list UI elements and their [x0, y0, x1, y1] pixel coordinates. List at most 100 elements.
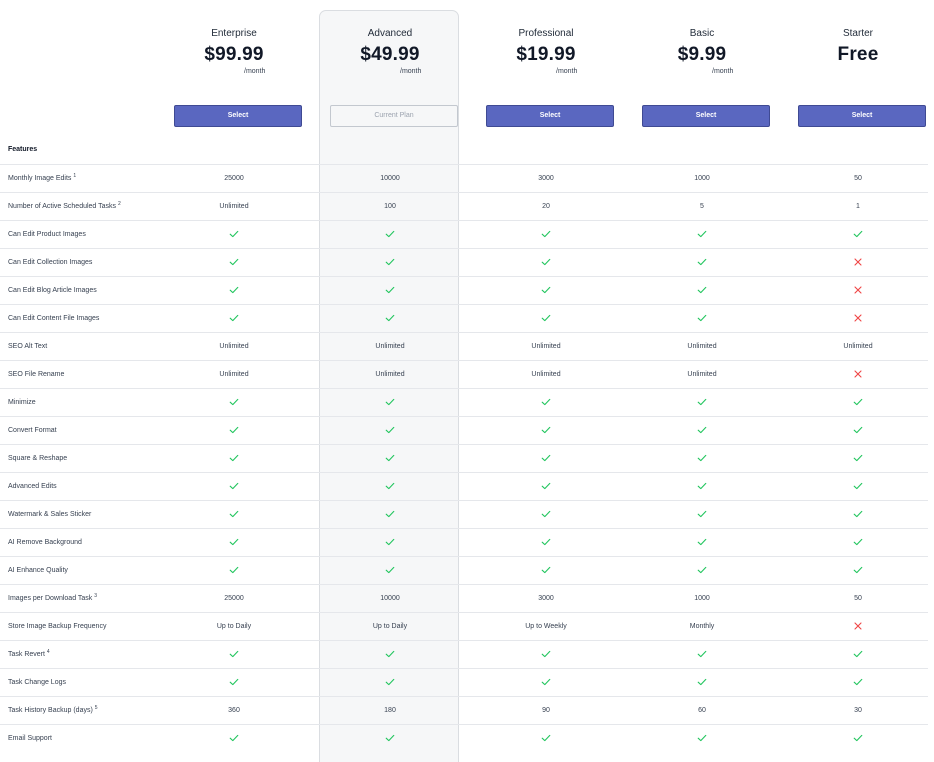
feature-value-text: Unlimited [219, 203, 249, 210]
cross-icon [788, 613, 928, 641]
check-icon [632, 417, 772, 445]
feature-value: 10000 [320, 585, 460, 613]
plan-period: /month [556, 68, 578, 75]
feature-value: 3000 [476, 585, 616, 613]
feature-label-text: SEO Alt Text [8, 343, 48, 350]
feature-value: 1000 [632, 585, 772, 613]
check-icon [320, 529, 460, 557]
feature-label-text: Images per Download Task [8, 595, 93, 602]
check-icon [476, 277, 616, 305]
table-row: Task Revert 4 [0, 640, 928, 668]
feature-label: SEO Alt Text [8, 343, 47, 350]
current-plan-button[interactable]: Current Plan [330, 105, 458, 127]
feature-value-text: 20 [542, 203, 550, 210]
feature-label: Task History Backup (days) 5 [8, 705, 98, 714]
feature-label-text: Watermark & Sales Sticker [8, 511, 92, 518]
check-icon [632, 277, 772, 305]
check-icon [632, 305, 772, 333]
feature-label-text: Convert Format [8, 427, 57, 434]
feature-value: 5 [632, 193, 772, 221]
feature-label: AI Enhance Quality [8, 567, 68, 574]
plan-name: Basic [689, 28, 715, 39]
feature-label-text: SEO File Rename [8, 371, 65, 378]
feature-value-text: 90 [542, 707, 550, 714]
feature-label-text: Number of Active Scheduled Tasks [8, 203, 117, 210]
feature-label: Can Edit Collection Images [8, 259, 92, 266]
check-icon [164, 641, 304, 669]
check-icon [476, 529, 616, 557]
select-plan-button[interactable]: Select [798, 105, 926, 127]
feature-label: Task Revert 4 [8, 649, 50, 658]
feature-label-text: Can Edit Content File Images [8, 315, 100, 322]
footnote-marker: 3 [94, 593, 98, 599]
check-icon [320, 641, 460, 669]
feature-label: Square & Reshape [8, 455, 67, 462]
select-plan-button[interactable]: Select [642, 105, 770, 127]
feature-label: Email Support [8, 735, 52, 742]
plan-price: $49.99 [360, 44, 420, 65]
check-icon [476, 501, 616, 529]
check-icon [320, 305, 460, 333]
check-icon [476, 473, 616, 501]
check-icon [788, 529, 928, 557]
feature-label-text: Square & Reshape [8, 455, 68, 462]
table-row: Task History Backup (days) 5 360 180 90 60 30 [0, 696, 928, 724]
check-icon [632, 725, 772, 753]
check-icon [164, 417, 304, 445]
plan-period: /month [244, 68, 266, 75]
plan-price: Free [837, 44, 879, 65]
feature-value: Unlimited [788, 333, 928, 361]
select-plan-button[interactable]: Select [174, 105, 302, 127]
table-row: AI Enhance Quality [0, 556, 928, 584]
check-icon [164, 473, 304, 501]
feature-value-text: 100 [384, 203, 396, 210]
check-icon [164, 557, 304, 585]
feature-value: Unlimited [320, 361, 460, 389]
check-icon [164, 669, 304, 697]
check-icon [320, 725, 460, 753]
feature-value-text: Monthly [689, 623, 715, 630]
feature-value-text: 10000 [380, 175, 400, 182]
table-row: Store Image Backup Frequency Up to Daily U… [0, 612, 928, 640]
select-plan-button[interactable]: Select [486, 105, 614, 127]
feature-label: Images per Download Task 3 [8, 593, 98, 602]
feature-label-text: AI Remove Background [8, 539, 82, 546]
feature-value: 3000 [476, 165, 616, 193]
table-row: Number of Active Scheduled Tasks 2 Unlimi… [0, 192, 928, 220]
check-icon [164, 725, 304, 753]
check-icon [320, 221, 460, 249]
features-table: Monthly Image Edits 1 25000 10000 3000 1000 5… [0, 164, 928, 752]
feature-value-text: 50 [854, 595, 862, 602]
table-row: Images per Download Task 3 25000 10000 3000… [0, 584, 928, 612]
feature-value: 50 [788, 165, 928, 193]
check-icon [320, 501, 460, 529]
table-row: Convert Format [0, 416, 928, 444]
feature-value: 60 [632, 697, 772, 725]
feature-label: Can Edit Blog Article Images [8, 287, 97, 294]
check-icon [320, 557, 460, 585]
feature-value: Unlimited [632, 333, 772, 361]
feature-label-text: Task Change Logs [8, 679, 66, 686]
feature-label-text: Task Revert [8, 651, 45, 658]
check-icon [476, 557, 616, 585]
check-icon [320, 277, 460, 305]
plan-name: Professional [518, 28, 574, 39]
check-icon [476, 305, 616, 333]
check-icon [476, 445, 616, 473]
plan-name: Advanced [367, 28, 413, 39]
table-row: Can Edit Content File Images [0, 304, 928, 332]
feature-label-text: Email Support [8, 735, 52, 742]
check-icon [632, 529, 772, 557]
feature-value-text: 10000 [380, 595, 400, 602]
check-icon [788, 221, 928, 249]
feature-value-text: 1000 [694, 175, 710, 182]
feature-value: 30 [788, 697, 928, 725]
check-icon [632, 669, 772, 697]
check-icon [788, 389, 928, 417]
feature-label: Can Edit Content File Images [8, 315, 99, 322]
feature-value-text: 1000 [694, 595, 710, 602]
footnote-marker: 1 [73, 173, 77, 179]
feature-value-text: 25000 [224, 175, 244, 182]
check-icon [788, 641, 928, 669]
feature-value-text: Up to Daily [372, 623, 408, 630]
